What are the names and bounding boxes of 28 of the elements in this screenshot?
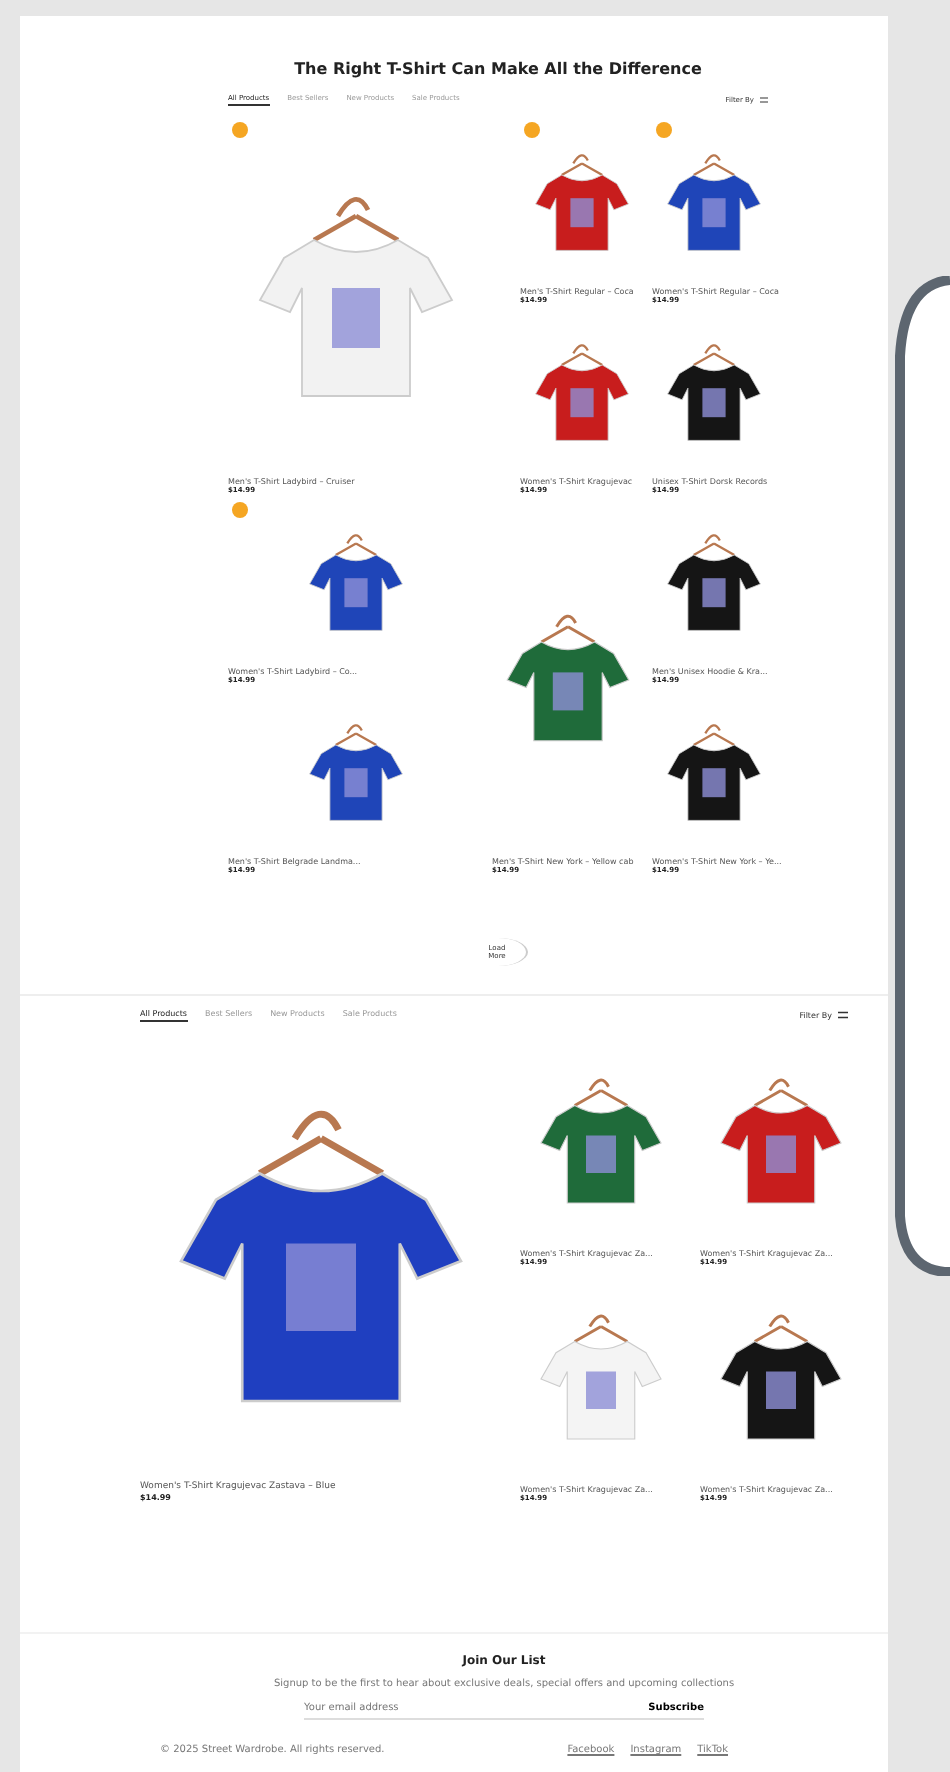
print-graphic-drawing: [344, 768, 368, 798]
print-graphic-drawing: [702, 768, 726, 798]
sliders-icon: [760, 96, 768, 104]
hanger-icon: [572, 1078, 628, 1107]
hanger-icon: [692, 344, 736, 367]
print-graphic-drawing: [702, 198, 726, 228]
hanger-icon: [255, 1109, 385, 1176]
hanger-icon: [334, 534, 378, 557]
page-title: The Right T-Shirt Can Make All the Difference: [292, 60, 704, 78]
print-graphic-drawing: [344, 578, 368, 608]
sliders-icon: [838, 1010, 848, 1020]
print-graphic-drawing: [702, 388, 726, 418]
hanger-icon: [539, 613, 597, 643]
hanger-icon: [572, 1314, 628, 1343]
hanger-icon: [692, 154, 736, 177]
hanger-icon: [311, 196, 401, 242]
hanger-icon: [692, 534, 736, 557]
hanger-icon: [752, 1078, 808, 1107]
hanger-icon: [334, 724, 378, 747]
print-graphic-drawing: [285, 1242, 355, 1330]
hanger-icon: [560, 344, 604, 367]
print-graphic-drawing: [702, 578, 726, 608]
hanger-icon: [692, 724, 736, 747]
hanger-icon: [560, 154, 604, 177]
print-graphic-drawing: [570, 388, 594, 418]
hanger-icon: [752, 1314, 808, 1343]
print-graphic-drawing: [332, 287, 380, 347]
print-graphic-drawing: [570, 198, 594, 228]
